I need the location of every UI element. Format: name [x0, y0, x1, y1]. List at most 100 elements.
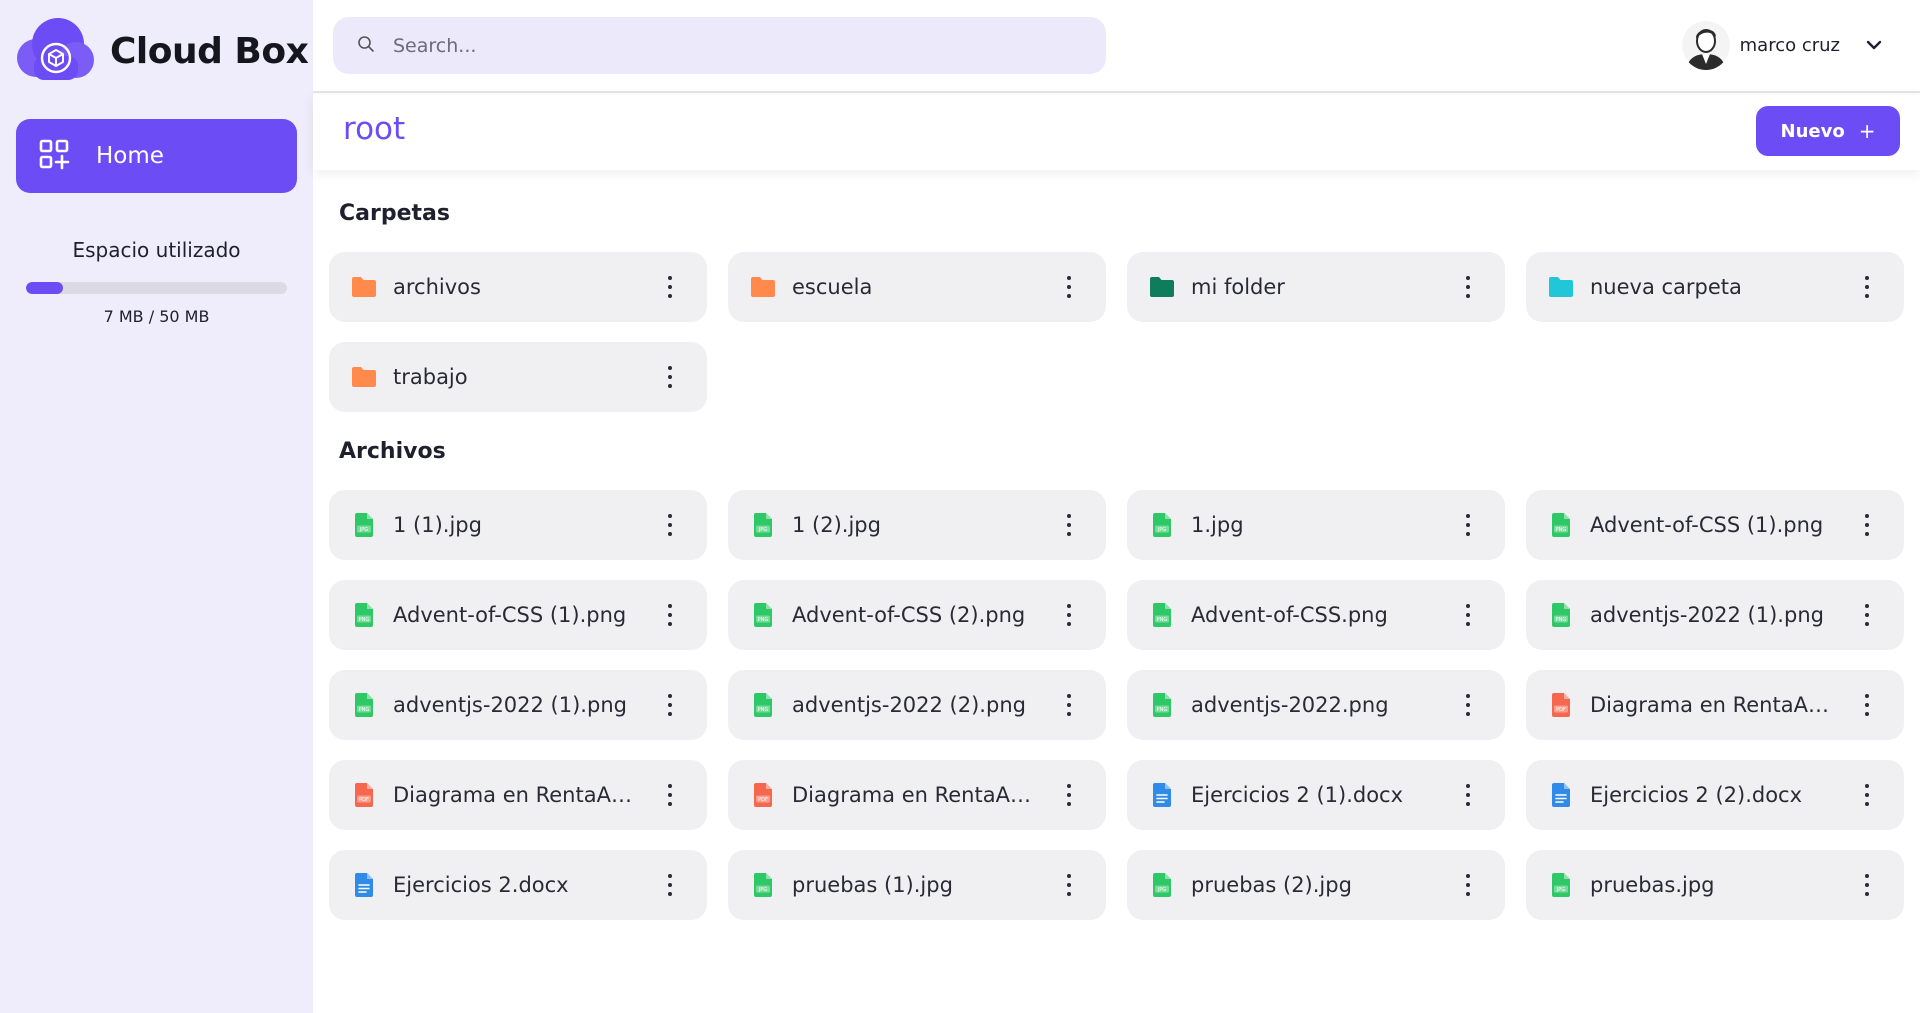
file-card[interactable]: PDF Diagrama en RentaAu...: [728, 760, 1106, 830]
more-vertical-icon[interactable]: [667, 784, 673, 806]
folder-card-label: nueva carpeta: [1590, 275, 1742, 299]
folder-card[interactable]: mi folder: [1127, 252, 1505, 322]
more-vertical-icon[interactable]: [1864, 784, 1870, 806]
search-input[interactable]: [393, 34, 1053, 57]
more-vertical-icon[interactable]: [667, 694, 673, 716]
storage-progress-fill: [26, 282, 63, 294]
file-card[interactable]: Ejercicios 2 (2).docx: [1526, 760, 1904, 830]
more-vertical-icon[interactable]: [667, 604, 673, 626]
document-file-icon: [351, 872, 377, 898]
file-card[interactable]: PNG adventjs-2022 (1).png: [329, 670, 707, 740]
file-card[interactable]: JPG pruebas (2).jpg: [1127, 850, 1505, 920]
folder-icon: [1149, 274, 1175, 300]
more-vertical-icon[interactable]: [667, 366, 673, 388]
files-section-title: Archivos: [339, 439, 446, 464]
file-card-label: Advent-of-CSS (1).png: [393, 603, 627, 627]
brand[interactable]: Cloud Box: [14, 18, 309, 84]
more-vertical-icon[interactable]: [1465, 694, 1471, 716]
file-card-label: Advent-of-CSS (1).png: [1590, 513, 1824, 537]
file-card[interactable]: JPG pruebas.jpg: [1526, 850, 1904, 920]
svg-text:PNG: PNG: [1157, 617, 1168, 623]
file-card-label: Diagrama en RentaAu...: [393, 783, 643, 807]
svg-text:PNG: PNG: [1556, 617, 1567, 623]
pdf-file-icon: PDF: [351, 782, 377, 808]
more-vertical-icon[interactable]: [667, 874, 673, 896]
image-file-icon: JPG: [351, 512, 377, 538]
new-button[interactable]: Nuevo +: [1756, 106, 1900, 156]
file-card[interactable]: PNG Advent-of-CSS (1).png: [329, 580, 707, 650]
more-vertical-icon[interactable]: [1066, 784, 1072, 806]
file-card[interactable]: PDF Diagrama en RentaAu...: [329, 760, 707, 830]
file-card[interactable]: JPG pruebas (1).jpg: [728, 850, 1106, 920]
more-vertical-icon[interactable]: [1465, 874, 1471, 896]
file-card[interactable]: Ejercicios 2 (1).docx: [1127, 760, 1505, 830]
svg-text:JPG: JPG: [1157, 527, 1166, 533]
image-file-icon: PNG: [1149, 692, 1175, 718]
path-bar: root Nuevo +: [313, 95, 1920, 170]
file-card-label: Ejercicios 2 (1).docx: [1191, 783, 1404, 807]
file-card[interactable]: Ejercicios 2.docx: [329, 850, 707, 920]
file-card[interactable]: PNG adventjs-2022.png: [1127, 670, 1505, 740]
sidebar-item-home[interactable]: Home: [16, 119, 297, 193]
more-vertical-icon[interactable]: [1066, 514, 1072, 536]
file-card[interactable]: JPG 1.jpg: [1127, 490, 1505, 560]
pdf-file-icon: PDF: [750, 782, 776, 808]
more-vertical-icon[interactable]: [1066, 874, 1072, 896]
chevron-down-icon[interactable]: [1864, 35, 1884, 55]
file-card-label: Advent-of-CSS (2).png: [792, 603, 1026, 627]
more-vertical-icon[interactable]: [1864, 276, 1870, 298]
folder-card-label: mi folder: [1191, 275, 1285, 299]
svg-text:PNG: PNG: [359, 707, 370, 713]
search-box[interactable]: [333, 17, 1106, 74]
image-file-icon: PNG: [750, 602, 776, 628]
file-card-label: adventjs-2022.png: [1191, 693, 1389, 717]
plus-icon: +: [1858, 119, 1876, 143]
file-card-label: Diagrama en RentaAu...: [792, 783, 1042, 807]
sidebar: Cloud Box Home Espacio utilizado 7 MB / …: [0, 0, 313, 1013]
more-vertical-icon[interactable]: [1066, 276, 1072, 298]
more-vertical-icon[interactable]: [667, 514, 673, 536]
more-vertical-icon[interactable]: [1066, 604, 1072, 626]
more-vertical-icon[interactable]: [1864, 694, 1870, 716]
more-vertical-icon[interactable]: [1465, 276, 1471, 298]
more-vertical-icon[interactable]: [1465, 604, 1471, 626]
more-vertical-icon[interactable]: [667, 276, 673, 298]
image-file-icon: JPG: [750, 512, 776, 538]
svg-text:PNG: PNG: [758, 707, 769, 713]
image-file-icon: PNG: [351, 602, 377, 628]
folder-icon: [1548, 274, 1574, 300]
svg-text:PDF: PDF: [359, 797, 369, 803]
svg-text:JPG: JPG: [758, 887, 767, 893]
image-file-icon: JPG: [1149, 872, 1175, 898]
file-card-label: adventjs-2022 (2).png: [792, 693, 1026, 717]
file-card[interactable]: PNG adventjs-2022 (2).png: [728, 670, 1106, 740]
svg-text:JPG: JPG: [758, 527, 767, 533]
more-vertical-icon[interactable]: [1864, 604, 1870, 626]
more-vertical-icon[interactable]: [1066, 694, 1072, 716]
folder-card[interactable]: nueva carpeta: [1526, 252, 1904, 322]
file-card[interactable]: PNG Advent-of-CSS (1).png: [1526, 490, 1904, 560]
breadcrumb[interactable]: root: [343, 111, 405, 147]
folder-card[interactable]: trabajo: [329, 342, 707, 412]
file-card-label: pruebas (1).jpg: [792, 873, 953, 897]
more-vertical-icon[interactable]: [1465, 514, 1471, 536]
file-card[interactable]: PDF Diagrama en RentaAu...: [1526, 670, 1904, 740]
file-card[interactable]: JPG 1 (1).jpg: [329, 490, 707, 560]
file-card[interactable]: PNG Advent-of-CSS.png: [1127, 580, 1505, 650]
storage-usage-text: 7 MB / 50 MB: [103, 307, 210, 326]
image-file-icon: JPG: [1548, 872, 1574, 898]
more-vertical-icon[interactable]: [1864, 874, 1870, 896]
folder-card[interactable]: escuela: [728, 252, 1106, 322]
user-avatar-icon[interactable]: [1681, 20, 1730, 70]
file-card[interactable]: JPG 1 (2).jpg: [728, 490, 1106, 560]
more-vertical-icon[interactable]: [1465, 784, 1471, 806]
user-menu[interactable]: marco cruz: [1681, 20, 1884, 70]
file-card[interactable]: PNG Advent-of-CSS (2).png: [728, 580, 1106, 650]
folder-card[interactable]: archivos: [329, 252, 707, 322]
document-file-icon: [1548, 782, 1574, 808]
file-card[interactable]: PNG adventjs-2022 (1).png: [1526, 580, 1904, 650]
more-vertical-icon[interactable]: [1864, 514, 1870, 536]
file-card-label: Ejercicios 2 (2).docx: [1590, 783, 1803, 807]
svg-text:PDF: PDF: [1556, 707, 1566, 713]
folder-card-label: trabajo: [393, 365, 468, 389]
